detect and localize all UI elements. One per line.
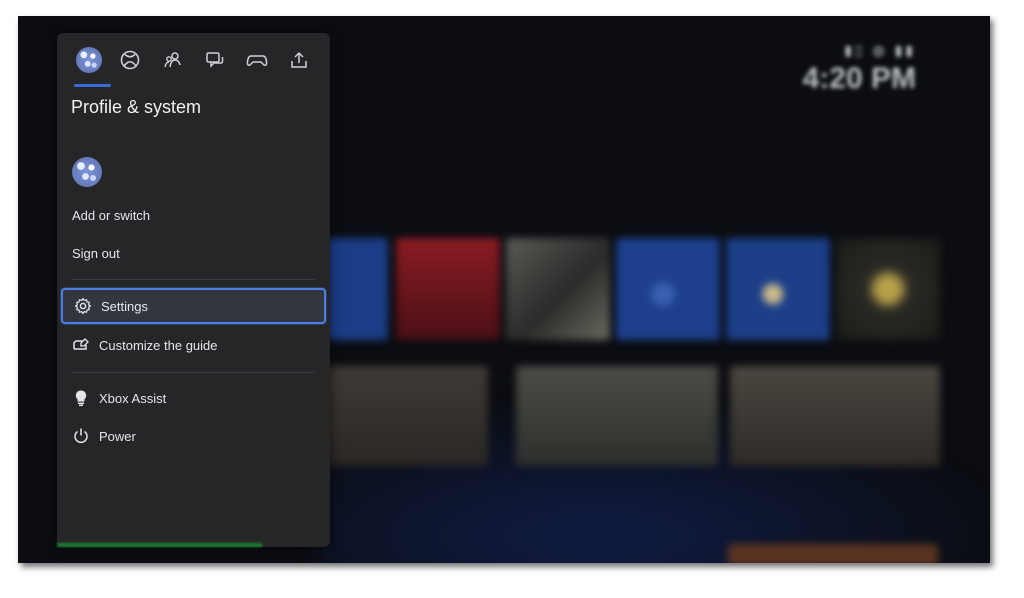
dashboard-tile: [728, 544, 938, 563]
dashboard-tile: [730, 366, 940, 466]
customize-guide-button[interactable]: Customize the guide: [61, 327, 326, 363]
tab-xbox[interactable]: [113, 45, 147, 75]
divider: [71, 372, 315, 373]
customize-guide-icon: [71, 335, 91, 355]
power-label: Power: [99, 428, 136, 444]
power-button[interactable]: Power: [61, 418, 326, 454]
dashboard-tile: [516, 366, 718, 466]
xbox-assist-button[interactable]: Xbox Assist: [61, 380, 326, 416]
sign-out-link[interactable]: Sign out: [72, 246, 120, 261]
dashboard-tile: [318, 366, 488, 466]
tab-people[interactable]: [156, 45, 190, 75]
xbox-assist-label: Xbox Assist: [99, 390, 167, 406]
dashboard-tile: [836, 238, 940, 340]
power-icon: [71, 426, 91, 446]
clock-time: 4:20 PM: [802, 62, 916, 95]
green-edge-decoration: [57, 543, 262, 547]
customize-guide-label: Customize the guide: [99, 337, 218, 353]
dashboard-tile: [616, 238, 720, 340]
xbox-icon: [120, 50, 140, 70]
divider: [71, 279, 315, 280]
status-icons: ▮▯ ◍ ▮▮: [844, 42, 916, 58]
dashboard-tile: [396, 238, 500, 340]
share-icon: [291, 51, 307, 68]
people-icon: [164, 52, 181, 68]
settings-button[interactable]: Settings: [61, 288, 326, 324]
active-tab-indicator: [74, 84, 111, 87]
avatar-icon: [76, 47, 102, 73]
profile-avatar[interactable]: [72, 157, 102, 187]
dashboard-tile: [726, 238, 830, 340]
dashboard-tile: [506, 238, 610, 340]
guide-panel: Profile & system Add or switch Sign out …: [57, 33, 330, 547]
chat-icon: [206, 52, 224, 68]
panel-title: Profile & system: [71, 97, 202, 117]
settings-label: Settings: [101, 298, 148, 314]
controller-icon: [246, 55, 268, 66]
lightbulb-icon: [71, 388, 91, 408]
tab-chat[interactable]: [198, 45, 232, 75]
tab-share[interactable]: [282, 45, 316, 75]
add-or-switch-link[interactable]: Add or switch: [72, 208, 150, 223]
status-clock: ▮▯ ◍ ▮▮ 4:20 PM: [803, 42, 916, 96]
tab-profile[interactable]: [72, 45, 106, 75]
guide-tab-bar: [57, 33, 330, 89]
gear-icon: [73, 296, 93, 316]
tab-controller[interactable]: [240, 45, 274, 75]
